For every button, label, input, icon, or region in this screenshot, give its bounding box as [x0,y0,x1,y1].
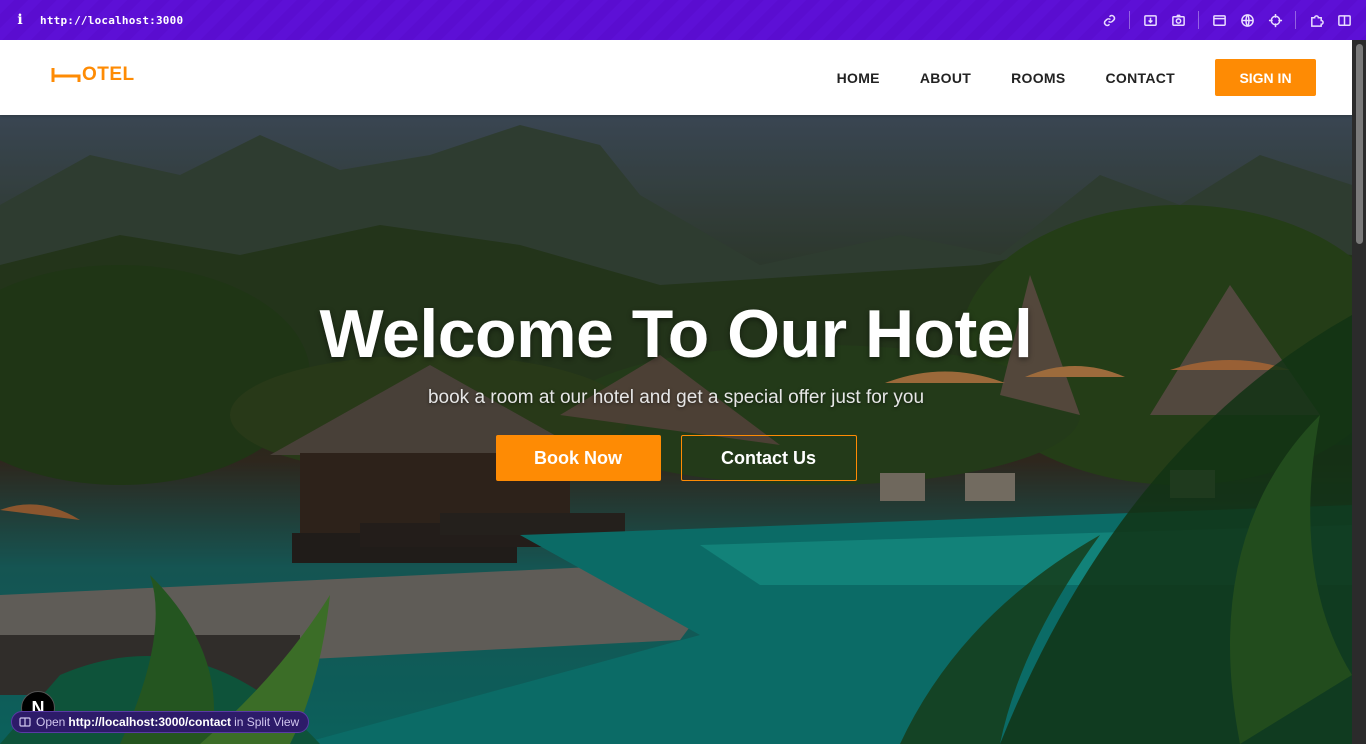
main-nav: HOME ABOUT ROOMS CONTACT SIGN IN [817,59,1316,96]
status-suffix: in Split View [234,715,300,729]
camera-icon[interactable] [1164,0,1192,40]
nav-link-contact[interactable]: CONTACT [1106,70,1176,86]
toolbar-divider [1129,11,1130,29]
logo-text: OTEL [82,64,135,85]
status-url: http://localhost:3000/contact [68,715,232,729]
book-now-button[interactable]: Book Now [495,435,661,481]
toolbar-icons [1095,0,1358,40]
terminal-icon[interactable] [1205,0,1233,40]
globe-icon[interactable] [1233,0,1261,40]
link-status-tooltip: Open http://localhost:3000/contact in Sp… [11,711,310,733]
page-viewport: OTEL HOME ABOUT ROOMS CONTACT SIGN IN We… [0,40,1352,744]
site-navbar: OTEL HOME ABOUT ROOMS CONTACT SIGN IN [0,40,1352,115]
hero-title: Welcome To Our Hotel [319,296,1033,372]
extensions-icon[interactable] [1302,0,1330,40]
toolbar-divider [1295,11,1296,29]
browser-toolbar: i http://localhost:3000 [0,0,1366,40]
status-prefix: Open [36,715,66,729]
hotel-logo[interactable]: OTEL [50,64,135,86]
split-view-icon[interactable] [1330,0,1358,40]
hero-section: Welcome To Our Hotel book a room at our … [0,115,1352,744]
split-view-hint-icon [19,717,31,727]
contact-us-button[interactable]: Contact Us [680,435,857,481]
link-icon[interactable] [1095,0,1123,40]
nav-link-rooms[interactable]: ROOMS [1011,70,1065,86]
address-bar[interactable]: http://localhost:3000 [40,14,183,27]
nav-link-home[interactable]: HOME [837,70,880,86]
crosshair-icon[interactable] [1261,0,1289,40]
hero-subtitle: book a room at our hotel and get a speci… [427,387,925,408]
info-icon[interactable]: i [0,12,40,28]
scrollbar-thumb[interactable] [1356,44,1363,244]
inspect-icon[interactable] [1136,0,1164,40]
nav-link-about[interactable]: ABOUT [920,70,971,86]
sign-in-button[interactable]: SIGN IN [1215,59,1316,96]
hero-content: Welcome To Our Hotel book a room at our … [0,295,1352,481]
page-scrollbar[interactable] [1352,40,1366,744]
bed-icon [51,68,81,82]
toolbar-divider [1198,11,1199,29]
hero-buttons: Book Now Contact Us [0,435,1352,481]
